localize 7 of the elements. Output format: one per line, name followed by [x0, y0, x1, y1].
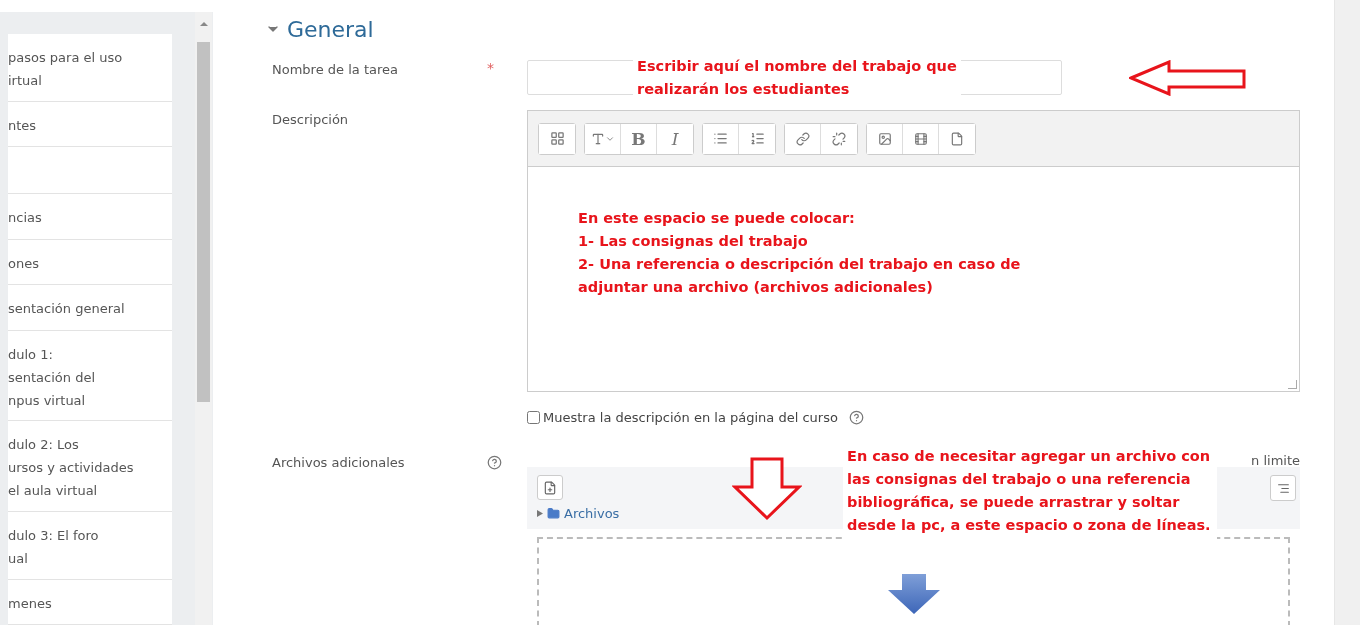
checkbox-label: Muestra la descripción en la página del curso: [543, 410, 838, 425]
field-label: Descripción: [271, 111, 350, 129]
limit-text: n limite: [1251, 453, 1300, 468]
required-mark: *: [487, 60, 494, 76]
field-label: Nombre de la tarea: [271, 61, 399, 79]
annotation-text: En este espacio se puede colocar: 1- Las consignas del trabajo 2- Una referencia o descripción del trabajo en caso de adjuntar una archivo (archivos adicionales): [578, 209, 1022, 297]
field-label: Archivos adicionales: [271, 455, 406, 472]
